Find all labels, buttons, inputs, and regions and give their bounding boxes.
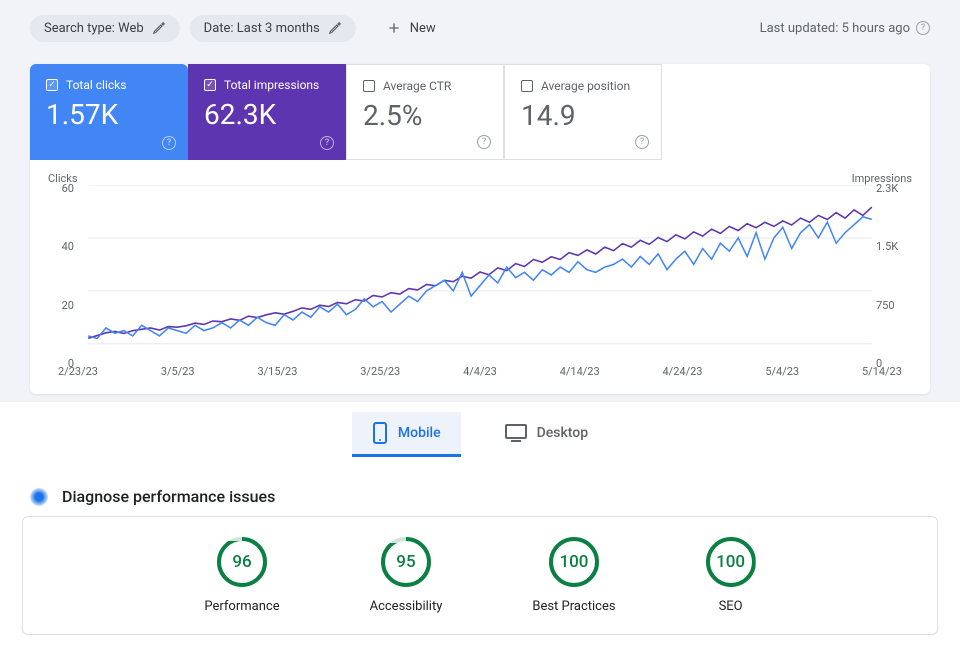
y-tick: 1.5K xyxy=(876,240,912,253)
date-chip[interactable]: Date: Last 3 months xyxy=(190,15,356,42)
checkbox-icon xyxy=(46,79,58,91)
y-axis-left: 60 40 20 0 xyxy=(48,182,74,370)
y-tick: 0 xyxy=(48,357,74,370)
tab-desktop-label: Desktop xyxy=(537,425,588,441)
pencil-icon xyxy=(328,21,342,35)
y-axis-right: 2.3K 1.5K 750 0 xyxy=(876,182,912,370)
last-updated-text: Last updated: 5 hours ago xyxy=(760,21,910,36)
help-icon[interactable]: ? xyxy=(477,135,491,149)
metric-label: Average CTR xyxy=(383,79,451,93)
platform-tabs: Mobile Desktop xyxy=(0,402,960,457)
search-type-chip-label: Search type: Web xyxy=(44,21,144,36)
plus-icon xyxy=(386,20,402,36)
checkbox-icon xyxy=(204,79,216,91)
y-tick: 750 xyxy=(876,299,912,312)
checkbox-icon xyxy=(521,80,533,92)
metric-label: Average position xyxy=(541,79,630,93)
tab-mobile[interactable]: Mobile xyxy=(352,412,461,457)
y-tick: 60 xyxy=(48,182,74,195)
x-tick: 4/4/23 xyxy=(463,365,497,378)
pagespeed-panel: Mobile Desktop Diagnose performance issu… xyxy=(0,402,960,665)
gauge-label: Accessibility xyxy=(370,599,443,614)
gauge-score: 100 xyxy=(549,537,599,587)
chart-svg xyxy=(48,185,912,365)
metric-average-position[interactable]: Average position 14.9 ? xyxy=(504,64,662,160)
lighthouse-scores: 96 Performance 95 Accessibility 100 Best… xyxy=(22,516,938,635)
desktop-icon xyxy=(505,424,527,442)
gauge-label: Performance xyxy=(204,599,279,614)
gauge-label: SEO xyxy=(706,599,756,614)
gauge-best-practices[interactable]: 100 Best Practices xyxy=(532,537,615,614)
tab-mobile-label: Mobile xyxy=(398,425,441,441)
last-updated: Last updated: 5 hours ago ? xyxy=(760,21,930,36)
x-axis: 2/23/23 3/5/23 3/15/23 3/25/23 4/4/23 4/… xyxy=(48,365,912,378)
x-tick: 4/14/23 xyxy=(560,365,600,378)
tab-desktop[interactable]: Desktop xyxy=(485,412,608,457)
gauge-accessibility[interactable]: 95 Accessibility xyxy=(370,537,443,614)
metric-value: 62.3K xyxy=(204,98,330,131)
help-icon[interactable]: ? xyxy=(162,136,176,150)
diagnose-heading-row: Diagnose performance issues xyxy=(30,487,930,506)
gauge-seo[interactable]: 100 SEO xyxy=(706,537,756,614)
y-tick: 20 xyxy=(48,299,74,312)
mobile-icon xyxy=(372,422,388,444)
metric-value: 14.9 xyxy=(521,99,645,132)
diagnose-icon xyxy=(30,488,48,506)
filter-bar: Search type: Web Date: Last 3 months New… xyxy=(0,0,960,56)
x-tick: 3/5/23 xyxy=(161,365,195,378)
metric-value: 2.5% xyxy=(363,99,487,132)
help-icon[interactable]: ? xyxy=(320,136,334,150)
metric-row: Total clicks 1.57K ? Total impressions 6… xyxy=(30,64,930,160)
metric-average-ctr[interactable]: Average CTR 2.5% ? xyxy=(346,64,504,160)
gauge-performance[interactable]: 96 Performance xyxy=(204,537,279,614)
y-tick: 2.3K xyxy=(876,182,912,195)
add-filter-button[interactable]: New xyxy=(376,14,446,42)
x-tick: 4/24/23 xyxy=(663,365,703,378)
help-icon[interactable]: ? xyxy=(635,135,649,149)
checkbox-icon xyxy=(363,80,375,92)
add-filter-label: New xyxy=(410,21,436,36)
gauge-label: Best Practices xyxy=(532,599,615,614)
gauge-score: 95 xyxy=(381,537,431,587)
search-type-chip[interactable]: Search type: Web xyxy=(30,15,180,42)
metric-label: Total clicks xyxy=(66,78,126,92)
y-tick: 40 xyxy=(48,240,74,253)
performance-card: Total clicks 1.57K ? Total impressions 6… xyxy=(30,64,930,394)
y-tick: 0 xyxy=(876,357,912,370)
date-chip-label: Date: Last 3 months xyxy=(204,21,320,36)
metric-value: 1.57K xyxy=(46,98,172,131)
gauge-score: 100 xyxy=(706,537,756,587)
metric-label: Total impressions xyxy=(224,78,319,92)
gauge-score: 96 xyxy=(217,537,267,587)
x-tick: 3/15/23 xyxy=(257,365,297,378)
metric-total-clicks[interactable]: Total clicks 1.57K ? xyxy=(30,64,188,160)
diagnose-heading: Diagnose performance issues xyxy=(62,487,275,506)
help-icon[interactable]: ? xyxy=(916,21,930,35)
x-tick: 3/25/23 xyxy=(360,365,400,378)
metric-total-impressions[interactable]: Total impressions 62.3K ? xyxy=(188,64,346,160)
pencil-icon xyxy=(152,21,166,35)
x-tick: 5/4/23 xyxy=(765,365,799,378)
performance-chart: Clicks Impressions 60 40 20 0 2.3K 1.5K … xyxy=(30,160,930,394)
